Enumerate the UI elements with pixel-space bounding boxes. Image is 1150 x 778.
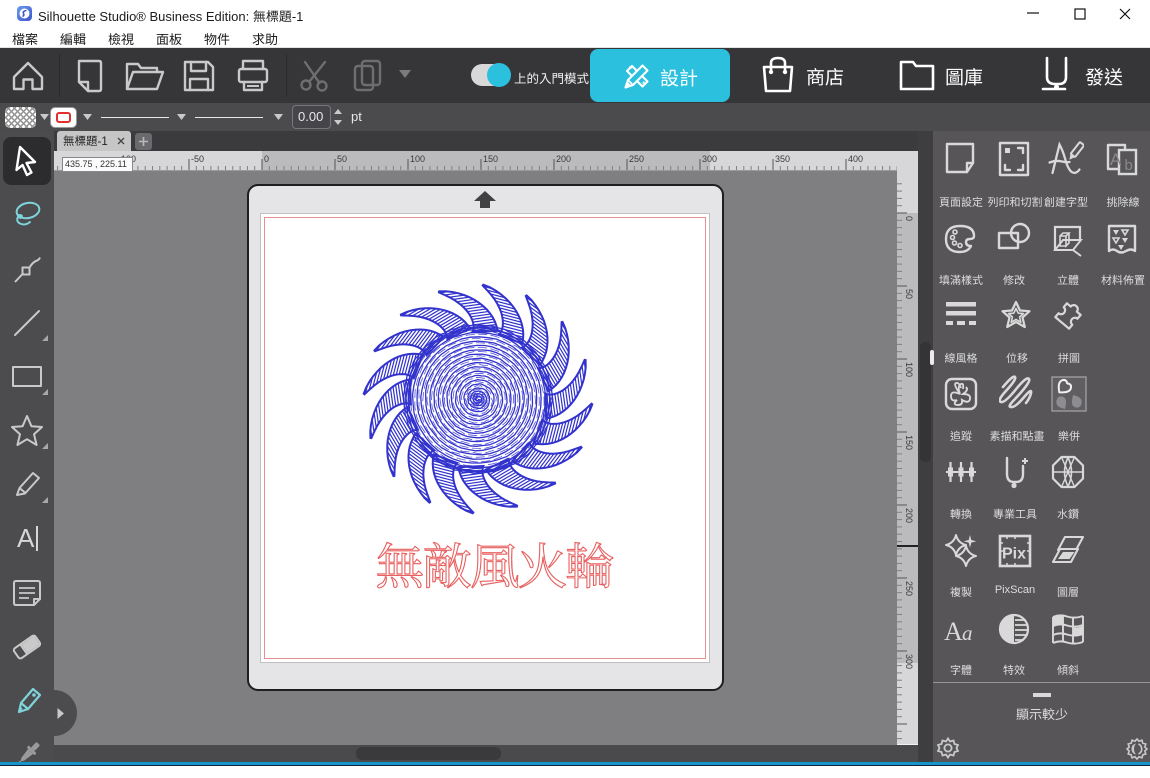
svg-text:b: b — [1125, 157, 1133, 174]
svg-text:A: A — [17, 523, 35, 553]
svg-text:100: 100 — [410, 154, 425, 164]
svg-text:350: 350 — [775, 154, 790, 164]
svg-text:A: A — [944, 617, 963, 644]
svg-text:-50: -50 — [191, 154, 204, 164]
svg-text:250: 250 — [629, 154, 644, 164]
svg-text:50: 50 — [904, 289, 914, 299]
svg-text:0: 0 — [904, 216, 914, 221]
svg-text:300: 300 — [702, 154, 717, 164]
svg-text:50: 50 — [337, 154, 347, 164]
svg-text:400: 400 — [848, 154, 863, 164]
svg-text:a: a — [962, 621, 973, 644]
svg-text:200: 200 — [556, 154, 571, 164]
svg-text:A: A — [1110, 150, 1122, 169]
svg-text:Pix: Pix — [1002, 546, 1026, 563]
svg-text:0: 0 — [264, 154, 269, 164]
svg-text:150: 150 — [483, 154, 498, 164]
